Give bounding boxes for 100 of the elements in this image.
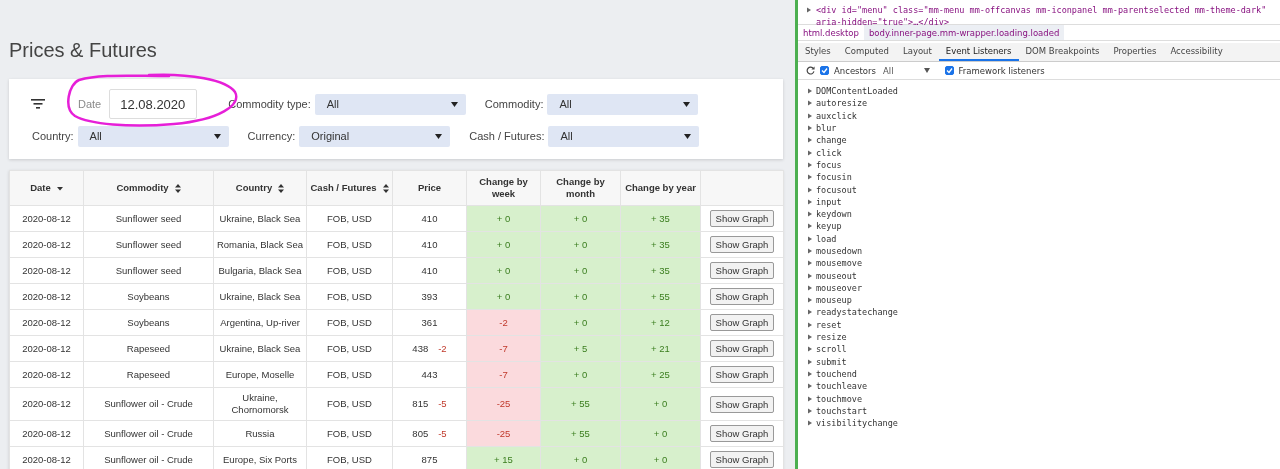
select-field[interactable]: All xyxy=(547,93,699,115)
show-graph-button[interactable]: Show Graph xyxy=(709,210,775,227)
column-header[interactable]: Date xyxy=(30,182,51,194)
expand-arrow-icon[interactable] xyxy=(807,383,813,390)
event-name[interactable]: mouseup xyxy=(816,295,852,306)
filter-icon[interactable] xyxy=(31,99,45,109)
expand-arrow-icon[interactable] xyxy=(807,100,813,107)
select-field[interactable]: All xyxy=(314,93,466,115)
checkbox[interactable] xyxy=(944,66,954,75)
table-cell: FOB, USD xyxy=(306,335,393,362)
event-name[interactable]: submit xyxy=(816,356,847,367)
event-name[interactable]: mouseout xyxy=(816,270,857,281)
expand-arrow-icon[interactable] xyxy=(807,284,813,291)
breadcrumb[interactable]: html.desktop xyxy=(798,25,864,40)
date-field[interactable]: 12.08.2020 xyxy=(109,89,198,119)
event-name[interactable]: touchmove xyxy=(816,393,863,404)
tab[interactable]: Computed xyxy=(837,43,896,61)
expand-arrow-icon[interactable] xyxy=(807,149,813,156)
expand-arrow-icon[interactable] xyxy=(807,395,813,402)
tab[interactable]: DOM Breakpoints xyxy=(1018,43,1107,61)
expand-arrow-icon[interactable] xyxy=(807,137,813,144)
expand-arrow-icon[interactable] xyxy=(807,260,813,267)
expand-arrow-icon[interactable] xyxy=(807,186,813,193)
show-graph-button[interactable]: Show Graph xyxy=(709,288,775,305)
caret-icon xyxy=(213,133,221,139)
expand-arrow-icon[interactable] xyxy=(807,235,813,242)
expand-arrow-icon[interactable] xyxy=(807,420,813,427)
show-graph-button[interactable]: Show Graph xyxy=(709,395,775,413)
event-name[interactable]: DOMContentLoaded xyxy=(816,86,898,97)
show-graph-button[interactable]: Show Graph xyxy=(709,236,775,253)
expand-arrow-icon[interactable] xyxy=(807,272,813,279)
expand-arrow-icon[interactable] xyxy=(807,346,813,353)
column-header[interactable]: Cash / Futures xyxy=(310,182,377,194)
sort-icon[interactable] xyxy=(174,183,181,193)
show-graph-button[interactable]: Show Graph xyxy=(709,425,775,442)
refresh-icon[interactable] xyxy=(806,66,815,75)
event-name[interactable]: focusout xyxy=(816,184,857,195)
event-name[interactable]: input xyxy=(816,196,842,207)
expand-arrow-icon[interactable] xyxy=(807,309,813,316)
event-name[interactable]: keyup xyxy=(816,221,842,232)
sort-icon[interactable] xyxy=(278,183,285,193)
table-cell: 2020-08-12 xyxy=(9,420,84,447)
show-graph-button[interactable]: Show Graph xyxy=(709,314,775,331)
event-name[interactable]: keydown xyxy=(816,209,852,220)
event-name[interactable]: blur xyxy=(816,123,837,134)
expand-arrow-icon[interactable] xyxy=(806,7,812,13)
table-cell: Rapeseed xyxy=(83,335,214,362)
event-name[interactable]: readystatechange xyxy=(816,307,898,318)
event-name[interactable]: reset xyxy=(816,319,842,330)
event-name[interactable]: focusin xyxy=(816,172,852,183)
event-name[interactable]: mousemove xyxy=(816,258,863,269)
event-name[interactable]: autoresize xyxy=(816,98,868,109)
show-graph-button[interactable]: Show Graph xyxy=(709,262,775,279)
select-field[interactable]: All xyxy=(548,125,700,147)
expand-arrow-icon[interactable] xyxy=(807,223,813,230)
tab[interactable]: Event Listeners xyxy=(938,43,1019,61)
event-name[interactable]: mousedown xyxy=(816,246,863,256)
event-name[interactable]: load xyxy=(816,233,837,244)
event-name[interactable]: click xyxy=(816,147,842,158)
select-field[interactable]: Original xyxy=(299,125,451,147)
expand-arrow-icon[interactable] xyxy=(807,125,813,132)
event-name[interactable]: focus xyxy=(816,159,842,170)
expand-arrow-icon[interactable] xyxy=(807,370,813,377)
caret-icon xyxy=(450,101,458,107)
event-name[interactable]: touchstart xyxy=(816,405,868,416)
expand-arrow-icon[interactable] xyxy=(807,112,813,119)
listener-filter-select[interactable]: All xyxy=(883,65,930,76)
show-graph-button[interactable]: Show Graph xyxy=(709,451,775,468)
expand-arrow-icon[interactable] xyxy=(807,358,813,365)
expand-arrow-icon[interactable] xyxy=(807,321,813,328)
event-name[interactable]: visibilitychange xyxy=(816,418,898,429)
event-name[interactable]: mouseover xyxy=(816,282,863,293)
expand-arrow-icon[interactable] xyxy=(807,297,813,304)
expand-arrow-icon[interactable] xyxy=(807,211,813,218)
column-header[interactable]: Country xyxy=(235,182,273,194)
event-name[interactable]: scroll xyxy=(816,344,847,355)
sort-icon[interactable] xyxy=(382,183,389,193)
show-graph-button[interactable]: Show Graph xyxy=(709,340,775,357)
event-name[interactable]: change xyxy=(816,135,847,146)
tab[interactable]: Layout xyxy=(895,43,939,61)
expand-arrow-icon[interactable] xyxy=(807,334,813,341)
column-header[interactable]: Commodity xyxy=(116,182,169,194)
tab[interactable]: Styles xyxy=(798,43,838,61)
expand-arrow-icon[interactable] xyxy=(807,161,813,168)
caret-icon xyxy=(683,101,691,107)
event-name[interactable]: touchleave xyxy=(816,381,868,392)
breadcrumb[interactable]: body.inner-page.mm-wrapper.loading.loaded xyxy=(863,25,1065,40)
tab[interactable]: Accessibility xyxy=(1163,43,1230,61)
event-name[interactable]: auxclick xyxy=(816,110,857,121)
checkbox[interactable] xyxy=(820,66,829,75)
expand-arrow-icon[interactable] xyxy=(807,407,813,414)
expand-arrow-icon[interactable] xyxy=(807,88,813,95)
expand-arrow-icon[interactable] xyxy=(807,174,813,181)
expand-arrow-icon[interactable] xyxy=(807,198,813,205)
event-name[interactable]: resize xyxy=(816,332,847,343)
event-name[interactable]: touchend xyxy=(816,368,857,379)
show-graph-button[interactable]: Show Graph xyxy=(709,366,775,383)
tab[interactable]: Properties xyxy=(1106,43,1164,61)
select-field[interactable]: All xyxy=(77,125,229,147)
expand-arrow-icon[interactable] xyxy=(807,248,813,254)
